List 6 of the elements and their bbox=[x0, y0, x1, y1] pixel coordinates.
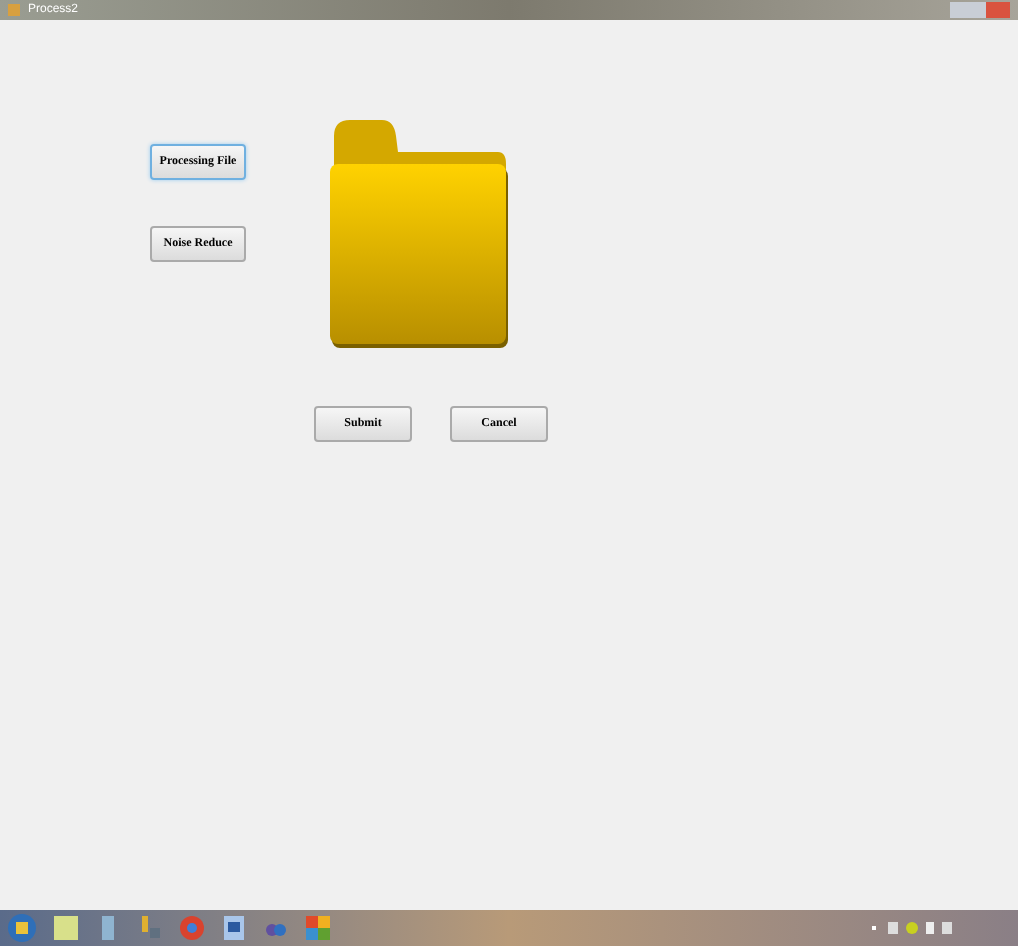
system-tray-icon[interactable] bbox=[872, 920, 952, 936]
window-controls-icon[interactable] bbox=[950, 2, 1010, 18]
start-icon[interactable] bbox=[8, 914, 36, 942]
document-taskbar-icon[interactable] bbox=[222, 916, 246, 940]
tiles-taskbar-icon[interactable] bbox=[306, 916, 330, 940]
app-icon bbox=[8, 4, 20, 16]
